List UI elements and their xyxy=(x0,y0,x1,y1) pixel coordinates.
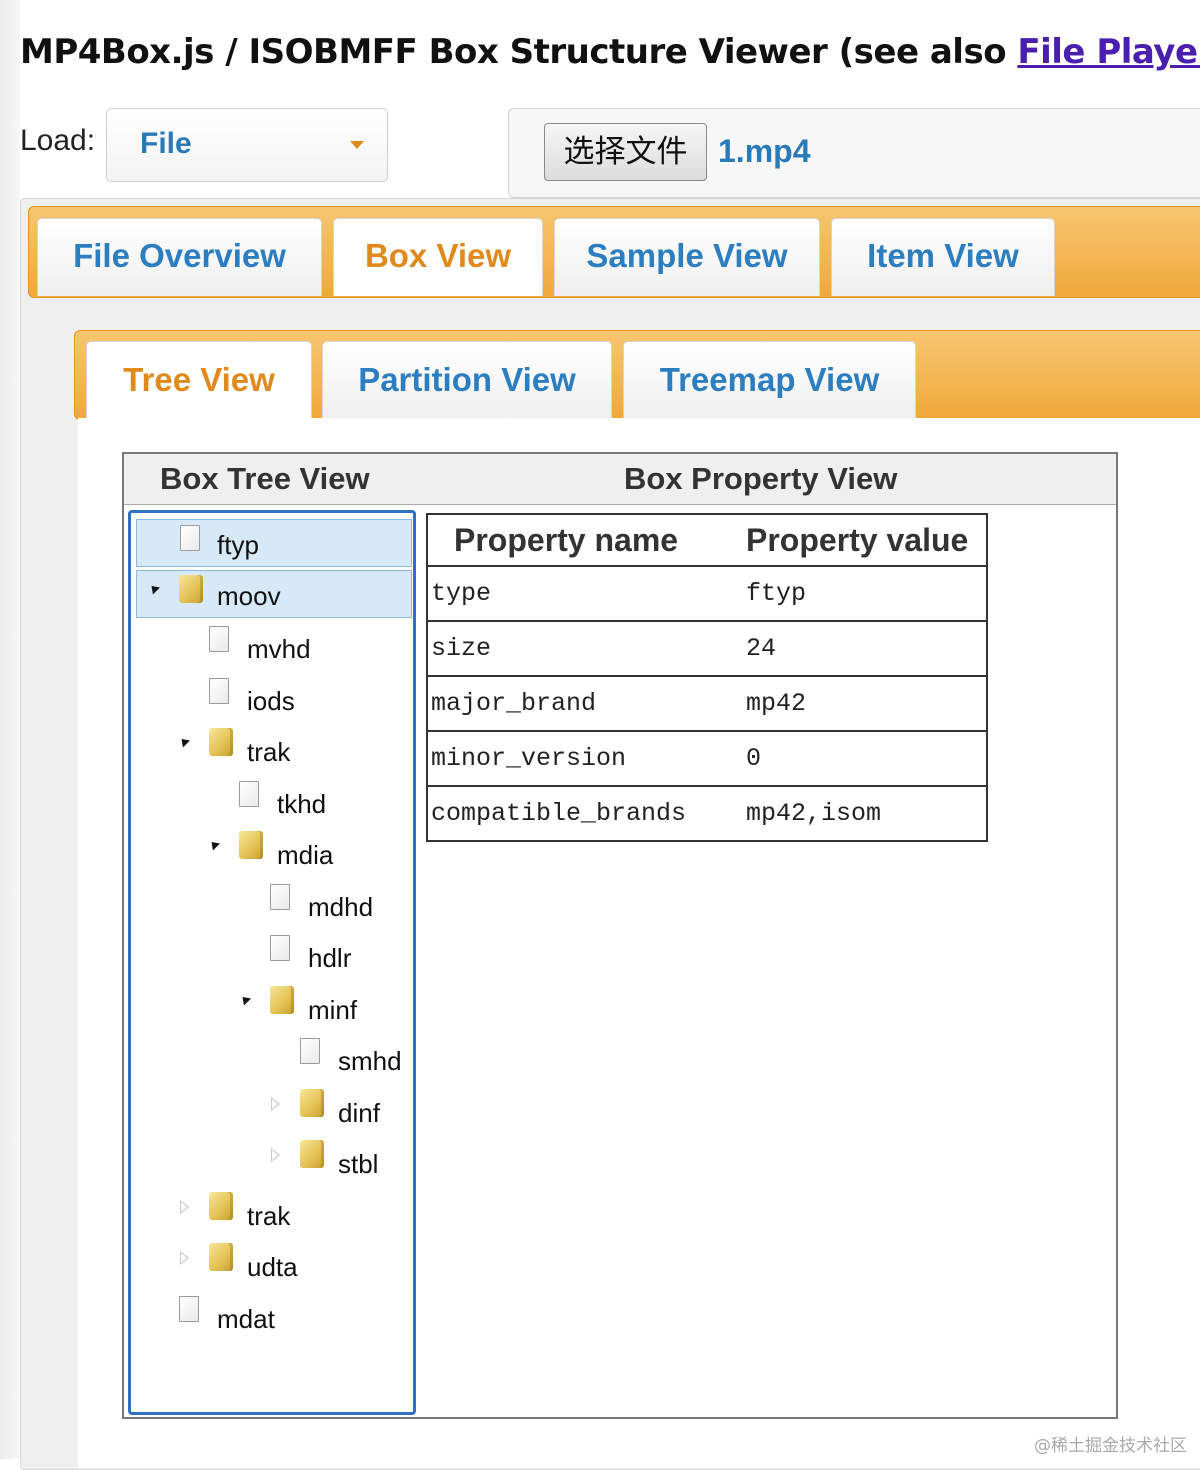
property-name: compatible_brands xyxy=(427,786,742,842)
tab-file-overview[interactable]: File Overview xyxy=(37,218,322,296)
expanded-arrow-icon[interactable] xyxy=(177,735,191,748)
folder-icon xyxy=(300,1140,324,1168)
file-player-link[interactable]: File Player xyxy=(1017,32,1200,72)
file-icon xyxy=(209,678,229,704)
box-tree-view-header: Box Tree View xyxy=(160,461,370,496)
property-value: mp42 xyxy=(742,676,987,732)
table-row: minor_version 0 xyxy=(427,731,987,787)
expanded-arrow-icon[interactable] xyxy=(238,993,252,1006)
column-header-property-name: Property name xyxy=(427,514,742,567)
collapsed-arrow-icon[interactable] xyxy=(271,1097,280,1111)
tab-item-view[interactable]: Item View xyxy=(831,218,1055,296)
table-row: type ftyp xyxy=(427,566,987,622)
tree-node-trak-2[interactable]: trak xyxy=(136,1188,412,1236)
tree-node-label: moov xyxy=(217,581,281,611)
folder-icon xyxy=(179,575,203,603)
tab-box-view[interactable]: Box View xyxy=(333,218,543,296)
table-header-row: Property name Property value xyxy=(427,514,987,567)
file-icon xyxy=(180,525,200,551)
tree-node-label: hdlr xyxy=(308,943,352,973)
property-name: type xyxy=(427,566,742,622)
file-icon xyxy=(239,781,259,807)
tab-partition-view[interactable]: Partition View xyxy=(322,341,612,419)
chevron-down-icon xyxy=(350,141,364,149)
file-icon xyxy=(270,884,290,910)
property-name: major_brand xyxy=(427,676,742,732)
tree-node-mdia[interactable]: mdia xyxy=(136,827,412,875)
tree-node-tkhd[interactable]: tkhd xyxy=(136,776,412,824)
tree-node-moov[interactable]: moov xyxy=(136,570,412,618)
load-source-select[interactable]: File xyxy=(106,108,388,182)
file-icon xyxy=(300,1038,320,1064)
watermark: @稀土掘金技术社区 xyxy=(1034,1436,1187,1456)
tree-node-ftyp[interactable]: ftyp xyxy=(136,519,412,567)
tree-node-label: dinf xyxy=(338,1098,380,1128)
page-shade xyxy=(0,0,20,1459)
tree-node-mvhd[interactable]: mvhd xyxy=(136,621,412,669)
tree-node-mdhd[interactable]: mdhd xyxy=(136,879,412,927)
tree-node-label: mvhd xyxy=(247,634,311,664)
viewer-header: Box Tree View Box Property View xyxy=(124,454,1116,505)
tree-node-smhd[interactable]: smhd xyxy=(136,1033,412,1081)
property-name: minor_version xyxy=(427,731,742,787)
load-label: Load: xyxy=(20,124,96,157)
property-value: ftyp xyxy=(742,566,987,622)
load-source-value: File xyxy=(140,127,192,160)
tree-node-hdlr[interactable]: hdlr xyxy=(136,930,412,978)
tree-node-label: stbl xyxy=(338,1149,379,1179)
table-row: size 24 xyxy=(427,621,987,677)
folder-icon xyxy=(239,831,263,859)
box-property-view-header: Box Property View xyxy=(624,461,898,496)
folder-icon xyxy=(209,728,233,756)
tree-node-label: tkhd xyxy=(277,789,327,819)
property-value: 0 xyxy=(742,731,987,787)
column-header-property-value: Property value xyxy=(742,514,987,567)
tree-node-label: ftyp xyxy=(217,530,259,560)
tree-node-stbl[interactable]: stbl xyxy=(136,1136,412,1184)
table-row: compatible_brands mp42,isom xyxy=(427,786,987,842)
file-name: 1.mp4 xyxy=(718,133,811,169)
tree-node-label: iods xyxy=(247,686,295,716)
collapsed-arrow-icon[interactable] xyxy=(180,1251,189,1265)
tree-node-udta[interactable]: udta xyxy=(136,1239,412,1287)
folder-icon xyxy=(270,986,294,1014)
tree-node-iods[interactable]: iods xyxy=(136,673,412,721)
title-text: MP4Box.js / ISOBMFF Box Structure Viewer… xyxy=(20,32,1018,72)
tree-node-label: mdat xyxy=(217,1304,275,1334)
tree-node-label: udta xyxy=(247,1252,298,1282)
property-table: Property name Property value type ftyp s… xyxy=(426,513,988,842)
collapsed-arrow-icon[interactable] xyxy=(180,1200,189,1214)
tree-node-minf[interactable]: minf xyxy=(136,982,412,1030)
table-row: major_brand mp42 xyxy=(427,676,987,732)
choose-file-button[interactable]: 选择文件 xyxy=(544,123,707,181)
tree-node-label: mdia xyxy=(277,840,334,870)
folder-icon xyxy=(300,1089,324,1117)
property-name: size xyxy=(427,621,742,677)
tree-node-label: smhd xyxy=(338,1046,402,1076)
tree-node-trak[interactable]: trak xyxy=(136,724,412,772)
file-icon xyxy=(270,935,290,961)
tab-tree-view[interactable]: Tree View xyxy=(86,341,312,419)
folder-icon xyxy=(209,1192,233,1220)
tab-treemap-view[interactable]: Treemap View xyxy=(623,341,916,419)
property-value: 24 xyxy=(742,621,987,677)
box-tree[interactable]: ftyp moov mvhd iods trak tkhd mdia mdhd … xyxy=(128,510,416,1415)
tree-node-label: trak xyxy=(247,1201,291,1231)
tree-node-mdat[interactable]: mdat xyxy=(136,1291,412,1339)
collapsed-arrow-icon[interactable] xyxy=(271,1148,280,1162)
tree-node-dinf[interactable]: dinf xyxy=(136,1085,412,1133)
expanded-arrow-icon[interactable] xyxy=(147,582,161,595)
tree-node-label: minf xyxy=(308,995,358,1025)
file-icon xyxy=(209,626,229,652)
file-input-box: 选择文件 1.mp4 xyxy=(508,108,1200,198)
property-value: mp42,isom xyxy=(742,786,987,842)
expanded-arrow-icon[interactable] xyxy=(207,838,221,851)
tree-node-label: mdhd xyxy=(308,892,374,922)
file-icon xyxy=(179,1296,199,1322)
tree-node-label: trak xyxy=(247,737,291,767)
page-title: MP4Box.js / ISOBMFF Box Structure Viewer… xyxy=(20,28,1200,76)
folder-icon xyxy=(209,1243,233,1271)
tab-sample-view[interactable]: Sample View xyxy=(554,218,820,296)
